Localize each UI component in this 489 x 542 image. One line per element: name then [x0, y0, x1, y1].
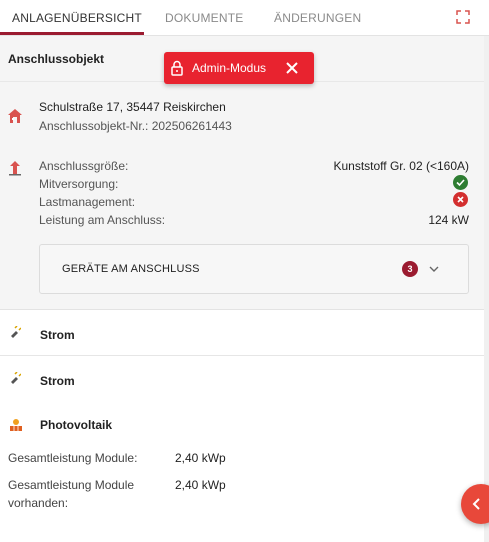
tab-aenderungen[interactable]: ÄNDERUNGEN: [274, 0, 361, 36]
pv-existing-modules-label-line2: vorhanden:: [8, 496, 69, 510]
chevron-down-icon: [429, 266, 439, 272]
scrollbar[interactable]: [484, 36, 489, 542]
power-label: Leistung am Anschluss:: [39, 213, 166, 227]
pv-section: Photovoltaik Gesamtleistung Module: 2,40…: [0, 400, 489, 540]
admin-mode-label: Admin-Modus: [192, 61, 267, 75]
close-icon[interactable]: [284, 60, 300, 76]
pv-total-modules-value: 2,40 kWp: [175, 451, 226, 465]
pv-title: Photovoltaik: [40, 418, 113, 432]
pv-existing-modules-label: Gesamtleistung Module: [8, 478, 135, 492]
power-plug-icon: [11, 326, 21, 338]
media-title: Strom: [40, 374, 75, 388]
media-title: Strom: [40, 328, 75, 342]
devices-accordion[interactable]: GERÄTE AM ANSCHLUSS 3: [39, 244, 469, 294]
power-value: 124 kW: [428, 213, 469, 227]
admin-mode-badge: Admin-Modus: [164, 52, 314, 84]
media-row-strom-2[interactable]: Strom: [0, 356, 489, 402]
load-management-label: Lastmanagement:: [39, 195, 136, 209]
active-tab-indicator: [0, 32, 144, 35]
tab-bar: ANLAGENÜBERSICHT DOKUMENTE ÄNDERUNGEN: [0, 0, 489, 36]
pv-total-modules-label: Gesamtleistung Module:: [8, 451, 138, 465]
devices-label: GERÄTE AM ANSCHLUSS: [62, 263, 200, 275]
cross-icon: [453, 192, 468, 207]
check-icon: [453, 175, 468, 190]
object-number: Anschlussobjekt-Nr.: 202506261443: [39, 119, 232, 133]
tab-dokumente[interactable]: DOKUMENTE: [165, 0, 243, 36]
section-title: Anschlussobjekt: [8, 52, 105, 66]
connection-size-value: Kunststoff Gr. 02 (<160A): [333, 159, 469, 173]
devices-count-badge: 3: [402, 261, 418, 277]
object-address: Schulstraße 17, 35447 Reiskirchen: [39, 100, 226, 114]
house-icon: [8, 109, 22, 123]
tab-anlagenuebersicht[interactable]: ANLAGENÜBERSICHT: [12, 0, 142, 36]
chevron-left-icon: [472, 498, 480, 510]
solar-panel-icon: [10, 419, 22, 431]
pv-existing-modules-value: 2,40 kWp: [175, 478, 226, 492]
power-plug-icon: [11, 372, 21, 384]
grid-connection-icon: [9, 161, 21, 176]
lock-icon: [171, 60, 183, 76]
connection-size-label: Anschlussgröße:: [39, 159, 129, 173]
media-row-strom-1[interactable]: Strom: [0, 310, 489, 356]
co-supply-label: Mitversorgung:: [39, 177, 119, 191]
fullscreen-icon[interactable]: [456, 10, 470, 24]
